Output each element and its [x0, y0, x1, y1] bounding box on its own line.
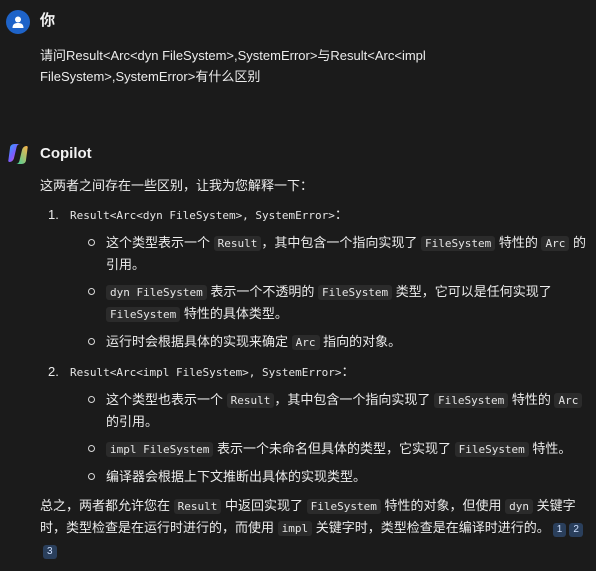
bullet-icon	[88, 288, 95, 295]
text: 总之，两者都允许您在	[40, 498, 174, 513]
inline-code: FileSystem	[306, 499, 381, 514]
text: 表示一个不透明的	[206, 284, 318, 299]
bullet-icon	[88, 338, 95, 345]
sub-list: 这个类型表示一个 Result ，其中包含一个指向实现了 FileSystem 特…	[70, 232, 588, 353]
text: 的引用。	[106, 414, 159, 429]
sub-list: 这个类型也表示一个 Result ，其中包含一个指向实现了 FileSystem …	[70, 389, 588, 487]
type-heading-code: Result<Arc<impl FileSystem>, SystemError…	[70, 366, 342, 379]
text: ，其中包含一个指向实现了	[274, 392, 434, 407]
user-avatar	[6, 10, 30, 34]
inline-code: Result	[226, 393, 275, 408]
sub-list-item: 这个类型也表示一个 Result ，其中包含一个指向实现了 FileSystem …	[88, 389, 588, 432]
list-item: 1. Result<Arc<dyn FileSystem>, SystemErr…	[40, 204, 588, 353]
inline-code: FileSystem	[106, 307, 181, 322]
inline-code: FileSystem	[421, 236, 496, 251]
inline-code: Arc	[291, 335, 320, 350]
citation-link[interactable]: 3	[43, 545, 57, 559]
text: 特性的对象，但使用	[380, 498, 506, 513]
text: 特性的具体类型。	[180, 306, 288, 321]
inline-code: FileSystem	[434, 393, 509, 408]
sub-list-item: 这个类型表示一个 Result ，其中包含一个指向实现了 FileSystem 特…	[88, 232, 588, 275]
user-question-line: FileSystem>,SystemError>有什么区别	[40, 69, 261, 84]
user-name: 你	[40, 12, 56, 29]
sub-list-item: 运行时会根据具体的实现来确定 Arc 指向的对象。	[88, 331, 588, 353]
inline-code: impl FileSystem	[106, 442, 214, 457]
type-heading-code: Result<Arc<dyn FileSystem>, SystemError>	[70, 209, 335, 222]
text: 编译器会根据上下文推断出具体的实现类型。	[106, 469, 367, 484]
citation-link[interactable]: 1	[552, 523, 567, 537]
text: 运行时会根据具体的实现来确定	[106, 334, 292, 349]
list-item: 2. Result<Arc<impl FileSystem>, SystemEr…	[40, 361, 588, 487]
colon: ：	[334, 207, 348, 222]
inline-code: FileSystem	[454, 442, 529, 457]
inline-code: dyn	[505, 499, 533, 514]
text: 中返回实现了	[221, 498, 307, 513]
response-list: 1. Result<Arc<dyn FileSystem>, SystemErr…	[40, 204, 588, 487]
user-icon	[12, 16, 24, 28]
bullet-icon	[88, 473, 95, 480]
list-number: 2.	[48, 364, 59, 379]
sub-list-item: impl FileSystem 表示一个未命名但具体的类型，它实现了 FileS…	[88, 438, 588, 460]
text: 指向的对象。	[319, 334, 402, 349]
sub-list-item: 编译器会根据上下文推断出具体的实现类型。	[88, 466, 588, 487]
text: 类型，它可以是任何实现了	[392, 284, 552, 299]
response-intro: 这两者之间存在一些区别，让我为您解释一下：	[40, 178, 314, 193]
inline-code: FileSystem	[317, 285, 393, 300]
inline-code: dyn FileSystem	[106, 285, 207, 300]
user-question: 请问Result<Arc<dyn FileSystem>,SystemError…	[40, 45, 470, 87]
list-number: 1.	[48, 207, 59, 222]
inline-code: Arc	[554, 393, 583, 408]
sub-list-item: dyn FileSystem 表示一个不透明的 FileSystem 类型，它可…	[88, 281, 588, 325]
bullet-icon	[88, 396, 95, 403]
inline-code: Arc	[541, 236, 570, 251]
bullet-icon	[88, 445, 95, 452]
bullet-icon	[88, 239, 95, 246]
user-question-line: 请问Result<Arc<dyn FileSystem>,SystemError…	[40, 48, 426, 63]
response-summary: 总之，两者都允许您在 Result 中返回实现了 FileSystem 特性的对…	[40, 495, 586, 560]
text: 这个类型也表示一个	[106, 392, 227, 407]
inline-code: impl	[277, 521, 313, 536]
assistant-response: 这两者之间存在一些区别，让我为您解释一下： 1. Result<Arc<dyn …	[40, 175, 588, 560]
text: 特性的	[495, 235, 542, 250]
inline-code: Result	[173, 499, 222, 514]
colon: ：	[341, 364, 355, 379]
text: 特性。	[528, 441, 572, 456]
text: ，其中包含一个指向实现了	[261, 235, 421, 250]
text: 这个类型表示一个	[106, 235, 214, 250]
inline-code: Result	[213, 236, 262, 251]
assistant-name: Copilot	[40, 145, 92, 162]
text: 关键字时，类型检查是在编译时进行的。	[312, 520, 550, 535]
citation-link[interactable]: 2	[569, 523, 583, 537]
text: 特性的	[508, 392, 555, 407]
text: 表示一个未命名但具体的类型，它实现了	[213, 441, 455, 456]
copilot-logo-icon	[8, 144, 28, 164]
